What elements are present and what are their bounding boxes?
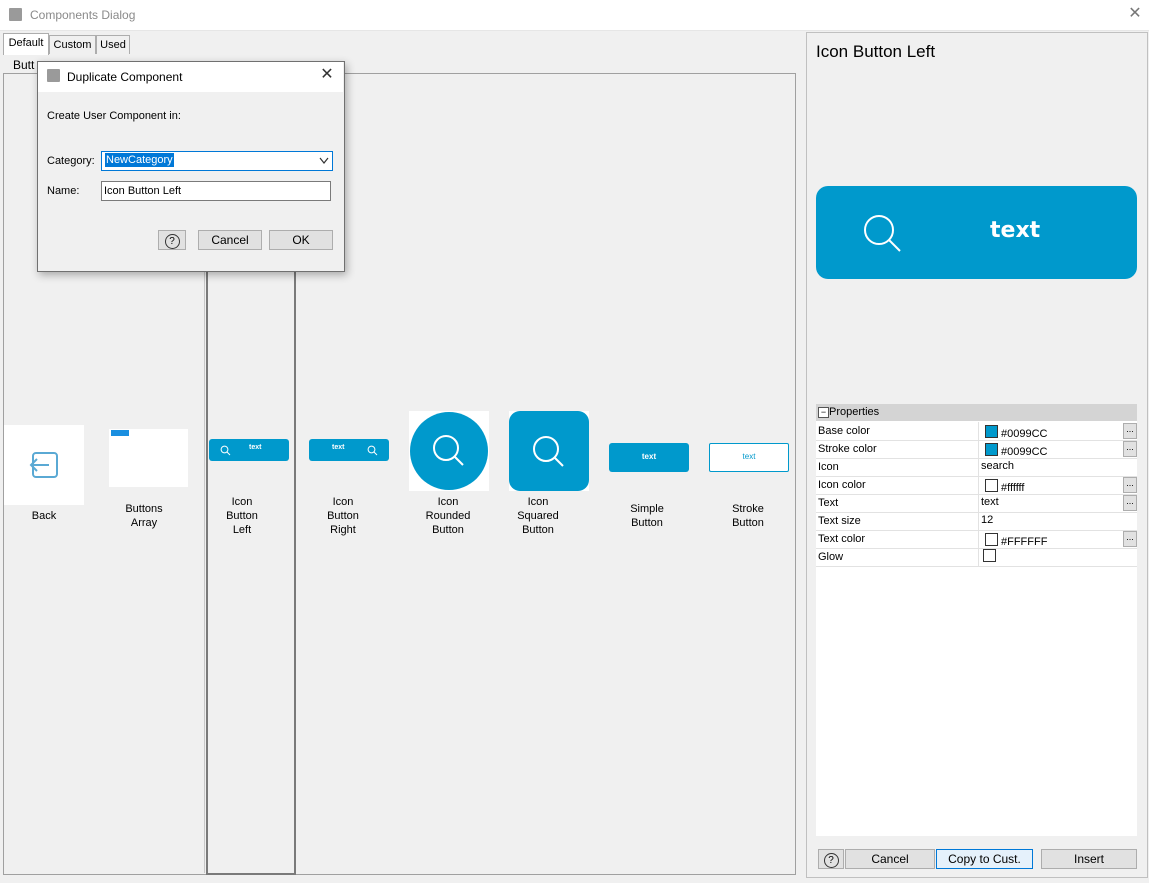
ellipsis-button[interactable]: ... <box>1123 441 1137 457</box>
property-row-text-color[interactable]: Text color #FFFFFF ... <box>816 530 1137 549</box>
ellipsis-button[interactable]: ... <box>1123 531 1137 547</box>
window-titlebar <box>0 0 1149 31</box>
category-label: Category: <box>47 155 95 167</box>
ellipsis-button[interactable]: ... <box>1123 477 1137 493</box>
thumb-text: text <box>742 452 756 461</box>
color-swatch <box>985 425 998 438</box>
property-row-text-size[interactable]: Text size 12 <box>816 512 1137 531</box>
chevron-down-icon <box>319 157 329 164</box>
thumb-text: text <box>332 444 345 451</box>
property-row-text[interactable]: Text text ... <box>816 494 1137 513</box>
dialog-help-button[interactable]: ? <box>158 230 186 250</box>
tab-custom[interactable]: Custom <box>49 35 96 54</box>
property-row-stroke-color[interactable]: Stroke color #0099CC ... <box>816 440 1137 459</box>
tab-default[interactable]: Default <box>3 33 49 55</box>
dialog-ok-button[interactable]: OK <box>269 230 333 250</box>
component-icon-rounded-thumb[interactable] <box>409 411 489 491</box>
back-arrow-icon <box>29 452 58 478</box>
rounded-button-shape <box>410 412 488 490</box>
tab-used[interactable]: Used <box>96 35 130 54</box>
pencil-icon <box>47 69 60 82</box>
name-label: Name: <box>47 185 80 197</box>
property-row-glow[interactable]: Glow <box>816 548 1137 567</box>
component-simple-button-label: Simple Button <box>630 503 664 529</box>
help-icon: ? <box>164 234 180 249</box>
dialog-close-icon[interactable]: ✕ <box>319 67 335 83</box>
component-back-label: Back <box>31 510 57 522</box>
component-icon-button-right-label: Icon Button Right <box>327 496 359 536</box>
color-swatch <box>985 443 998 456</box>
insert-button[interactable]: Insert <box>1041 849 1137 869</box>
component-stroke-button-label: Stroke Button <box>732 503 764 529</box>
category-select[interactable]: NewCategory <box>101 151 333 171</box>
dialog-prompt: Create User Component in: <box>47 110 181 122</box>
component-stroke-button-thumb[interactable]: text <box>709 443 789 472</box>
cancel-button[interactable]: Cancel <box>845 849 935 869</box>
color-swatch <box>985 479 998 492</box>
property-row-base-color[interactable]: Base color #0099CC ... <box>816 422 1137 441</box>
dialog-cancel-button[interactable]: Cancel <box>198 230 262 250</box>
window-close-icon[interactable]: ✕ <box>1127 6 1143 22</box>
pencil-icon <box>9 8 22 21</box>
component-icon-rounded-label: Icon Rounded Button <box>425 496 471 536</box>
preview-button <box>816 186 1137 279</box>
component-back-thumb[interactable] <box>4 425 84 505</box>
window-title: Components Dialog <box>30 8 136 22</box>
collapse-icon[interactable]: − <box>818 407 829 418</box>
component-icon-button-left-label: Icon Button Left <box>226 496 258 536</box>
thumb-text: text <box>249 444 262 451</box>
component-buttons-array-label: Buttons Array <box>125 503 163 529</box>
copy-to-custom-button[interactable]: Copy to Cust. <box>936 849 1033 869</box>
component-icon-squared-thumb[interactable] <box>509 411 589 491</box>
ellipsis-button[interactable]: ... <box>1123 423 1137 439</box>
dialog-title: Duplicate Component <box>67 70 183 84</box>
component-buttons-array-thumb[interactable] <box>109 429 188 487</box>
buttons-array-icon <box>111 430 129 436</box>
preview-title: Icon Button Left <box>816 42 936 61</box>
squared-button-shape <box>509 411 589 491</box>
property-row-icon-color[interactable]: Icon color #ffffff ... <box>816 476 1137 495</box>
component-icon-squared-label: Icon Squared Button <box>517 496 559 536</box>
glow-checkbox[interactable] <box>983 549 996 562</box>
search-icon <box>220 445 231 456</box>
search-icon <box>367 445 378 456</box>
ellipsis-button[interactable]: ... <box>1123 495 1137 511</box>
component-simple-button-thumb[interactable]: text <box>609 443 689 472</box>
component-icon-button-right-thumb[interactable]: text <box>309 439 389 461</box>
properties-header[interactable]: − Properties <box>816 404 1137 421</box>
component-icon-button-left-thumb[interactable]: text <box>209 439 289 461</box>
section-label: Butt <box>13 58 35 72</box>
property-row-icon[interactable]: Icon search <box>816 458 1137 477</box>
help-button[interactable]: ? <box>818 849 844 869</box>
search-icon <box>864 215 901 252</box>
name-field[interactable]: Icon Button Left <box>101 181 331 201</box>
preview-button-text: text <box>990 218 1041 243</box>
color-swatch <box>985 533 998 546</box>
thumb-text: text <box>641 452 657 461</box>
help-icon: ? <box>823 853 839 868</box>
